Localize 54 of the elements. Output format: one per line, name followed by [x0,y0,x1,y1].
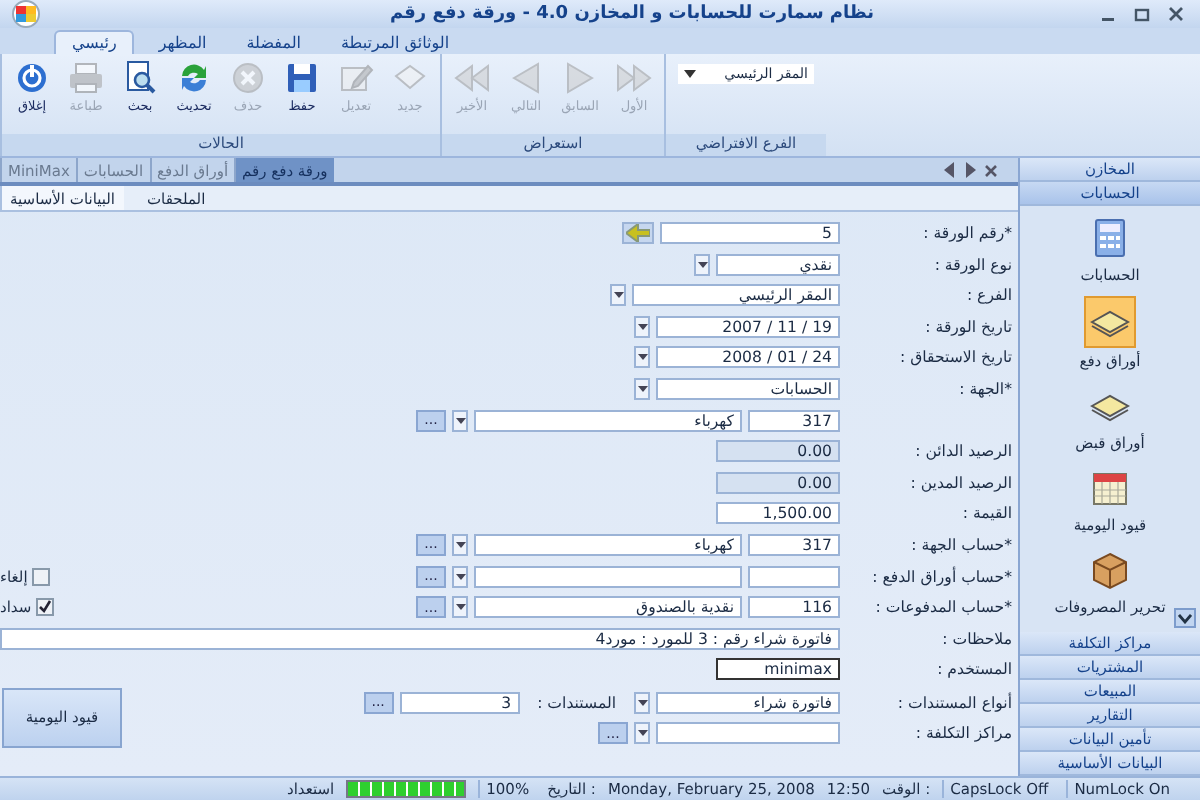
dropdown-button[interactable] [694,253,710,276]
caret-icon [697,261,707,268]
scroll-down-button[interactable] [1174,608,1196,628]
dropdown-button[interactable] [452,596,468,619]
chevron-down-icon [1178,613,1192,623]
caret-icon [637,385,647,392]
maximize-icon [1134,6,1150,22]
power-icon [14,60,50,96]
app-logo-icon [8,0,44,28]
close-icon [984,163,998,177]
arrow-left-icon [626,224,650,242]
save-icon [284,60,320,96]
input-field[interactable] [748,565,840,588]
caret-icon [637,730,647,737]
dropdown-button[interactable] [452,409,468,432]
dropdown-button[interactable] [634,377,650,400]
dropdown-field[interactable] [474,565,742,588]
caret-icon [455,604,465,611]
ribbon-tab[interactable]: رئيسي [54,30,135,54]
search-icon [122,60,158,96]
caret-icon [455,573,465,580]
caret-icon [684,70,696,78]
arrow-left-icon [508,60,544,96]
dropdown-button[interactable] [452,565,468,588]
arrow-right-icon [562,60,598,96]
checkbox[interactable] [31,567,50,586]
dropdown-button[interactable] [452,533,468,556]
book-icon[interactable] [1084,296,1136,348]
caret-icon [613,292,623,299]
caret-icon [455,541,465,548]
printer-icon [68,60,104,96]
checkbox[interactable] [35,598,54,617]
delete-icon [230,60,266,96]
arrow-left-icon [944,162,956,178]
ribbon-tab[interactable]: الوثائق المرتبطة [324,32,466,54]
caret-icon [637,354,647,361]
dropdown-button[interactable] [634,691,650,714]
dropdown-button[interactable] [634,722,650,745]
caret-icon [455,417,465,424]
dropdown-button[interactable] [634,346,650,369]
refresh-icon [176,60,212,96]
dropdown-field[interactable] [656,722,840,745]
ribbon-tab[interactable]: المفضلة [230,32,317,54]
double-arrow-right-icon [616,60,652,96]
double-arrow-left-icon [454,60,490,96]
ribbon-tab[interactable]: المظهر [142,32,223,54]
window-title: نظام سمارت للحسابات و المخازن 4.0 - ورقة دفع رقم [387,4,877,24]
dropdown-button[interactable] [634,315,650,338]
edit-icon [338,60,374,96]
close-icon [1168,6,1184,22]
dropdown-button[interactable] [610,284,626,307]
caret-icon [637,323,647,330]
caret-icon [637,699,647,706]
arrow-right-icon [964,162,976,178]
